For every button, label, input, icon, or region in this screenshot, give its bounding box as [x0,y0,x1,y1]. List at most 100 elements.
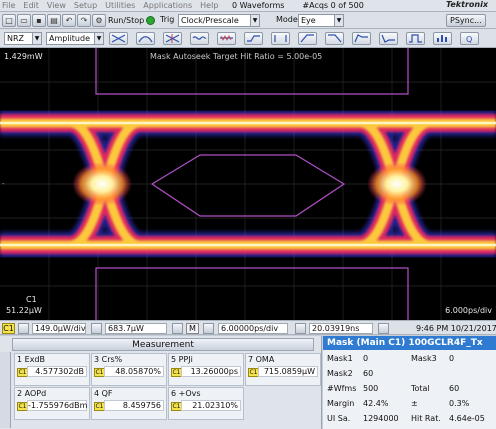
open-folder-icon[interactable]: ▭ [17,14,31,27]
measurement-cell[interactable]: 4 QF C1 8.459756 [91,387,167,420]
mask-stat-label: #Wfms [327,384,357,393]
main-toolbar: □ ▭ ▪ ▤ ↶ ↷ ⚙ Run/Stop Trig Clock/Presca… [0,12,496,29]
save-icon[interactable]: ▪ [32,14,46,27]
horizontal-position-field[interactable]: 20.03919ns [309,323,373,334]
eye-diagram-plot: - [0,48,496,320]
noise-icon[interactable] [217,32,236,45]
fall-time-icon[interactable] [325,32,344,45]
horizontal-scale-icon[interactable] [203,323,214,334]
measurement-toolbar: NRZ ▼ Amplitude ▼ Q [0,29,496,48]
measurement-value: Amplitude [49,34,90,43]
mask-stat-label: Mask2 [327,369,353,378]
mask-stat-value: 0.3% [449,399,470,408]
measurement-value: 48.05870% [104,366,164,377]
extinction-icon[interactable] [244,32,263,45]
menu-setup[interactable]: Setup [74,1,97,10]
rise-time-icon[interactable] [298,32,317,45]
measurement-name: 1 ExdB [17,355,45,364]
offset-icon[interactable] [91,323,102,334]
measurement-select[interactable]: Amplitude ▼ [46,32,104,45]
acquisition-count: #Acqs 0 of 500 [302,1,364,10]
overshoot-icon[interactable] [352,32,371,45]
measurement-sidebar [0,352,11,428]
measurement-value: 21.02310% [181,400,241,411]
undo-icon[interactable]: ↶ [62,14,76,27]
trigger-source-value: Clock/Prescale [181,16,239,25]
menu-list: File Edit View Setup Utilities Applicati… [2,1,218,10]
mask-stat-value: 500 [363,384,379,393]
measurement-cell[interactable]: 6 +Ovs C1 21.02310% [168,387,244,420]
psync-button[interactable]: PSync... [446,14,486,27]
histogram-icon[interactable] [433,32,452,45]
mode-select[interactable]: Eye ▼ [298,14,344,27]
vertical-scale-field[interactable]: 149.0μW/div [32,323,86,334]
channel-label: C1 [26,295,37,304]
menu-bar: File Edit View Setup Utilities Applicati… [0,0,496,12]
measurement-value: 13.26000ps [181,366,241,377]
menu-utilities[interactable]: Utilities [105,1,135,10]
main-timebase-chip[interactable]: M [186,323,199,334]
signal-type-select[interactable]: NRZ ▼ [4,32,42,45]
menu-view[interactable]: View [47,1,66,10]
mask-stat-label: ± [411,399,418,408]
menu-edit[interactable]: Edit [23,1,39,10]
chevron-down-icon: ▼ [334,15,343,26]
run-indicator-icon [146,16,156,25]
measurement-name: 5 PPJi [171,355,193,364]
measurement-value: 715.0859μW [258,366,318,377]
top-level-readout: 1.429mW [4,52,43,61]
waveform-count: 0 Waveforms [232,1,285,10]
measurement-name: 4 QF [94,389,113,398]
mask-stat-value: 0 [449,354,455,363]
mask-results-title: Mask (Main C1) 100GCLR4F_Tx [323,336,496,350]
mask-stat-label: Mask3 [411,354,437,363]
redo-icon[interactable]: ↷ [77,14,91,27]
menu-applications[interactable]: Applications [143,1,192,10]
crossing-icon[interactable] [163,32,182,45]
menu-file[interactable]: File [2,1,15,10]
measurement-name: 3 Crs% [94,355,123,364]
chevron-down-icon: ▼ [32,33,41,44]
run-stop-button[interactable]: Run/Stop [108,14,156,27]
chevron-down-icon: ▼ [94,33,103,44]
amplitude-icon[interactable] [271,32,290,45]
mask-stat-value: 60 [449,384,460,393]
new-icon[interactable]: □ [2,14,16,27]
measurement-cell[interactable]: 2 AOPd C1 -1.755976dBm [14,387,90,420]
pulse-icon[interactable] [406,32,425,45]
mask-stat-value: 0 [363,354,369,363]
timebase-icon[interactable] [172,323,183,334]
measurement-value: 4.577302dB [27,366,87,377]
eye-width-icon[interactable] [136,32,155,45]
channel-chip[interactable]: C1 [2,323,15,334]
measurement-name: 6 +Ovs [171,389,201,398]
measurement-cell[interactable]: 7 OMA C1 715.0859μW [245,353,321,386]
measurement-cell[interactable]: 5 PPJi C1 13.26000ps [168,353,244,386]
measurement-name: 2 AOPd [17,389,47,398]
mask-center-polygon [150,154,346,217]
mask-stat-label: Margin [327,399,355,408]
q-factor-icon[interactable]: Q [460,32,479,45]
menu-help[interactable]: Help [200,1,218,10]
mask-results-panel: Mask (Main C1) 100GCLR4F_Tx Mask1 0 Mask3 0… [323,336,496,429]
position-icon[interactable] [295,323,306,334]
horizontal-scale-field[interactable]: 6.00000ps/div [218,323,288,334]
eye-height-icon[interactable] [109,32,128,45]
bottom-level-readout: 51.22μW [6,306,42,315]
psync-label: PSync... [450,16,482,25]
vertical-offset-field[interactable]: 683.7μW [105,323,167,334]
undershoot-icon[interactable] [379,32,398,45]
eye-diagram-display[interactable]: - 1.429mW Mask Autoseek Target Hit Ratio… [0,48,496,320]
cursor-icon[interactable] [378,323,389,334]
mask-stat-label: Total [411,384,430,393]
trigger-source-select[interactable]: Clock/Prescale ▼ [178,14,260,27]
settings-readout-bar: C1 149.0μW/div 683.7μW M 6.00000ps/div 2… [0,320,496,335]
print-icon[interactable]: ▤ [47,14,61,27]
settings-icon[interactable]: ⚙ [92,14,106,27]
measurement-cell[interactable]: 1 ExdB C1 4.577302dB [14,353,90,386]
mask-stat-value: 60 [363,369,374,378]
jitter-icon[interactable] [190,32,209,45]
scale-icon[interactable] [18,323,29,334]
measurement-value: -1.755976dBm [27,400,88,411]
measurement-cell[interactable]: 3 Crs% C1 48.05870% [91,353,167,386]
